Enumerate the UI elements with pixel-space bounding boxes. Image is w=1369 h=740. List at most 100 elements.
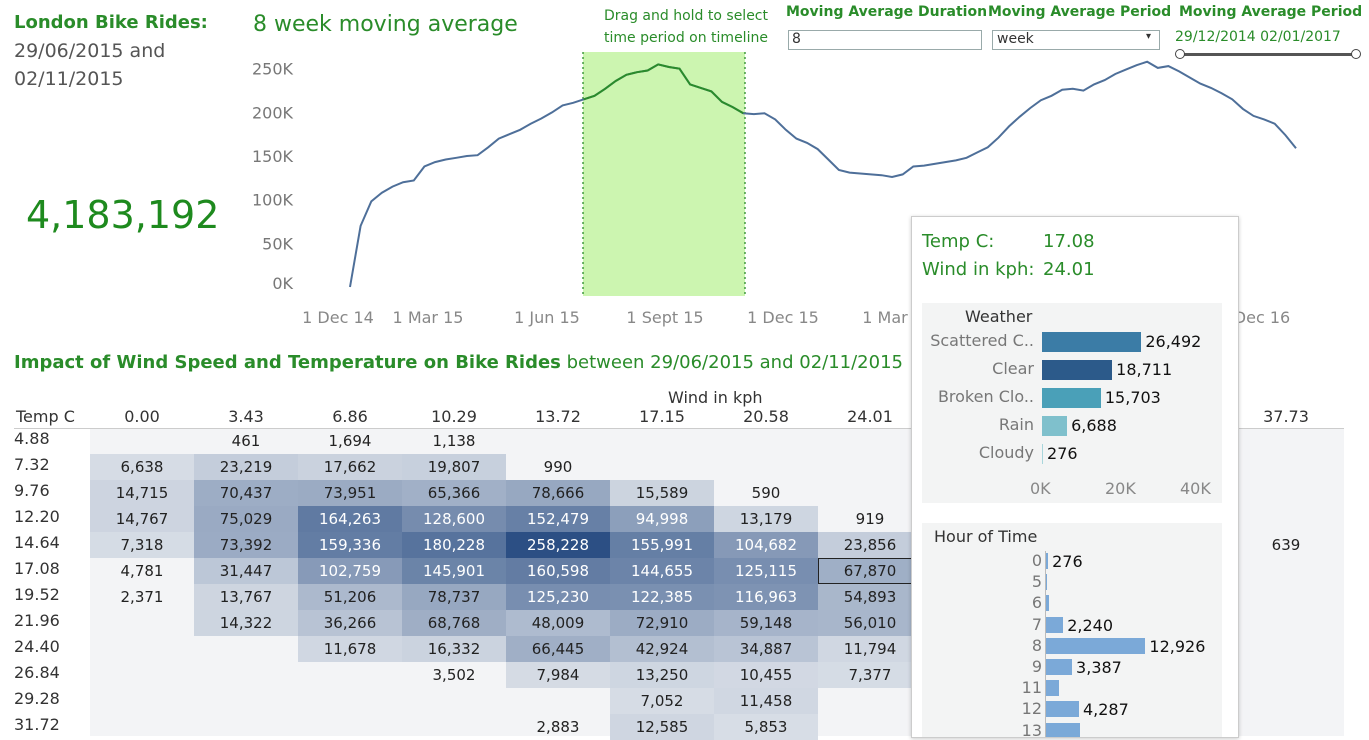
heatmap-cell[interactable]: 144,655 [610, 558, 714, 584]
heatmap-cell[interactable]: 258,228 [506, 532, 610, 558]
weather-bar[interactable] [1042, 416, 1068, 436]
heatmap-cell[interactable]: 13,767 [194, 584, 298, 610]
heatmap-cell[interactable]: 639 [1234, 532, 1338, 558]
duration-input[interactable]: 8 [788, 30, 982, 50]
heatmap-cell[interactable]: 67,870 [818, 558, 922, 584]
heatmap-cell[interactable]: 66,445 [506, 636, 610, 662]
heatmap-cell[interactable]: 14,715 [90, 480, 194, 506]
heatmap-cell[interactable]: 42,924 [610, 636, 714, 662]
heatmap-cell[interactable]: 73,392 [194, 532, 298, 558]
heatmap-cell[interactable]: 7,377 [818, 662, 922, 688]
hour-bar[interactable] [1046, 659, 1073, 675]
range-slider-start-handle[interactable] [1175, 49, 1185, 59]
heatmap-cell[interactable]: 7,318 [90, 532, 194, 558]
heatmap-cell[interactable]: 19,807 [402, 454, 506, 480]
heatmap-cell[interactable]: 14,322 [194, 610, 298, 636]
hour-bar[interactable] [1046, 595, 1050, 612]
heatmap-cell[interactable]: 75,029 [194, 506, 298, 532]
heatmap-cell[interactable]: 919 [818, 506, 922, 532]
drag-note-line1: Drag and hold to select [603, 8, 768, 24]
timeline-selection[interactable] [583, 52, 745, 296]
hour-label: 11 [1021, 678, 1042, 698]
heatmap-cell[interactable]: 461 [194, 428, 298, 454]
temp-row-header: 4.88 [14, 429, 50, 448]
wind-column-header: 3.43 [228, 407, 264, 426]
heatmap-cell[interactable]: 6,638 [90, 454, 194, 480]
range-slider-end-handle[interactable] [1351, 49, 1361, 59]
weather-bar[interactable] [1042, 332, 1142, 352]
hour-bar[interactable] [1046, 680, 1060, 697]
heatmap-cell[interactable]: 13,179 [714, 506, 818, 532]
heatmap-cell[interactable]: 73,951 [298, 480, 402, 506]
x-tick-label: 1 Dec 15 [747, 308, 819, 327]
heatmap-cell[interactable]: 13,250 [610, 662, 714, 688]
heatmap-cell[interactable]: 4,781 [90, 558, 194, 584]
heatmap-cell[interactable]: 11,794 [818, 636, 922, 662]
hour-bar[interactable] [1046, 722, 1080, 737]
heatmap-cell[interactable]: 16,332 [402, 636, 506, 662]
heatmap-cell[interactable]: 54,893 [818, 584, 922, 610]
heatmap-cell[interactable]: 164,263 [298, 506, 402, 532]
heatmap-cell[interactable]: 10,455 [714, 662, 818, 688]
heatmap-cell[interactable]: 59,148 [714, 610, 818, 636]
heatmap-cell[interactable]: 23,219 [194, 454, 298, 480]
period-dropdown[interactable]: week ▾ [992, 30, 1160, 50]
heatmap-cell[interactable]: 180,228 [402, 532, 506, 558]
heatmap-cell[interactable]: 70,437 [194, 480, 298, 506]
heatmap-cell[interactable]: 78,666 [506, 480, 610, 506]
heatmap-cell[interactable]: 159,336 [298, 532, 402, 558]
hour-bar[interactable] [1046, 553, 1049, 569]
heatmap-cell[interactable]: 122,385 [610, 584, 714, 610]
heatmap-cell[interactable]: 65,366 [402, 480, 506, 506]
heatmap-cell[interactable]: 36,266 [298, 610, 402, 636]
heatmap-cell[interactable]: 51,206 [298, 584, 402, 610]
heatmap-cell[interactable]: 94,998 [610, 506, 714, 532]
hour-bar[interactable] [1046, 701, 1079, 718]
heatmap-cell[interactable]: 155,991 [610, 532, 714, 558]
heatmap-cell[interactable]: 2,371 [90, 584, 194, 610]
heatmap-cell[interactable]: 104,682 [714, 532, 818, 558]
range-slider-track[interactable] [1179, 53, 1357, 56]
heatmap-cell[interactable]: 12,585 [610, 714, 714, 740]
heatmap-cell[interactable]: 68,768 [402, 610, 506, 636]
weather-bar[interactable] [1042, 360, 1113, 380]
heatmap-cell[interactable]: 125,230 [506, 584, 610, 610]
heatmap-cell[interactable]: 14,767 [90, 506, 194, 532]
heatmap-cell[interactable]: 590 [714, 480, 818, 506]
heatmap-cell[interactable]: 48,009 [506, 610, 610, 636]
heatmap-cell[interactable]: 15,589 [610, 480, 714, 506]
heatmap-cell[interactable]: 145,901 [402, 558, 506, 584]
heatmap-cell[interactable]: 102,759 [298, 558, 402, 584]
heatmap-cell[interactable]: 3,502 [402, 662, 506, 688]
hour-bar[interactable] [1046, 637, 1146, 654]
heatmap-cell[interactable]: 7,984 [506, 662, 610, 688]
heatmap-cell[interactable]: 34,887 [714, 636, 818, 662]
heatmap-cell[interactable]: 23,856 [818, 532, 922, 558]
heatmap-cell[interactable]: 160,598 [506, 558, 610, 584]
weather-title: Weather [965, 307, 1033, 326]
heatmap-cell[interactable]: 990 [506, 454, 610, 480]
chevron-down-icon[interactable]: ▾ [1146, 31, 1151, 42]
heatmap-cell[interactable]: 7,052 [610, 688, 714, 714]
heatmap-cell[interactable]: 1,138 [402, 428, 506, 454]
heatmap-cell[interactable]: 128,600 [402, 506, 506, 532]
heatmap-cell[interactable]: 125,115 [714, 558, 818, 584]
weather-bar[interactable] [1042, 388, 1101, 408]
heatmap-cell[interactable]: 1,694 [298, 428, 402, 454]
heatmap-cell[interactable]: 2,883 [506, 714, 610, 740]
heatmap-cell[interactable]: 72,910 [610, 610, 714, 636]
heatmap-cell[interactable]: 11,678 [298, 636, 402, 662]
heatmap-cell[interactable]: 5,853 [714, 714, 818, 740]
wind-column-header: 13.72 [535, 407, 581, 426]
heatmap-cell[interactable]: 17,662 [298, 454, 402, 480]
hour-bar[interactable] [1046, 616, 1064, 633]
heatmap-cell[interactable]: 152,479 [506, 506, 610, 532]
heatmap-cell[interactable]: 11,458 [714, 688, 818, 714]
temp-row-header: 26.84 [14, 663, 60, 682]
heatmap-cell[interactable]: 116,963 [714, 584, 818, 610]
weather-bar[interactable] [1042, 444, 1044, 464]
heatmap-cell[interactable]: 31,447 [194, 558, 298, 584]
heatmap-cell[interactable]: 56,010 [818, 610, 922, 636]
heatmap-cell[interactable]: 78,737 [402, 584, 506, 610]
hour-bar[interactable] [1046, 574, 1047, 591]
